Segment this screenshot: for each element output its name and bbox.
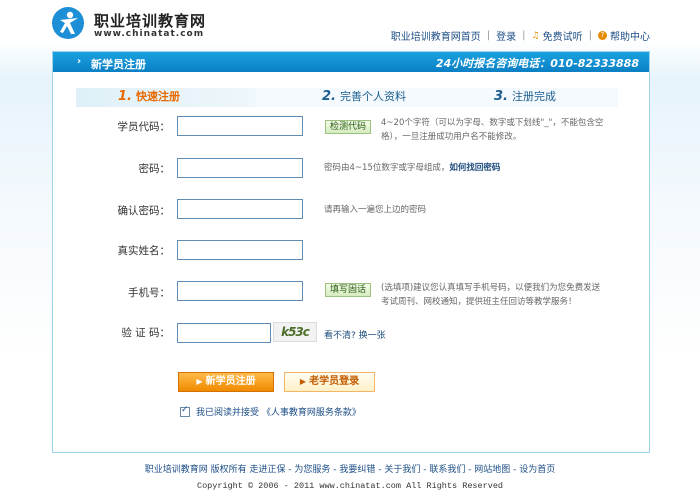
arrow-right-icon: ▶ — [196, 377, 203, 386]
nav-home-link[interactable]: 职业培训教育网首页 — [391, 28, 481, 43]
hotline: 24小时报名咨询电话：010-82333888 — [435, 57, 639, 70]
top-nav: 职业培训教育网首页 | 登录 | ♫ 免费试听 | ? 帮助中心 — [391, 28, 650, 43]
phone-label: 手机号： — [128, 287, 170, 299]
nav-help-link[interactable]: 帮助中心 — [610, 28, 650, 43]
captcha-input[interactable] — [177, 323, 271, 343]
arrow-right-icon: ▶ — [299, 377, 307, 386]
nav-divider: | — [486, 30, 491, 41]
captcha-image[interactable]: k53c — [273, 322, 317, 342]
brand-domain: www.chinatat.com — [94, 29, 205, 39]
agreement-checkbox[interactable] — [180, 405, 190, 417]
confirm-password-input[interactable] — [177, 199, 303, 219]
student-id-input[interactable] — [177, 116, 303, 136]
step-complete: 3. 注册完成 — [436, 88, 618, 107]
password-label: 密码： — [138, 163, 171, 175]
phone-hint: (选填项)建议您认真填写手机号码，以便我们为您免费发送考试周刊、网校通知，提供班… — [381, 283, 601, 307]
progress-steps: 1. 快速注册 2. 完善个人资料 3. 注册完成 — [76, 88, 618, 107]
agreement-row: 我已阅读并接受 《人事教育网服务条款》 — [180, 405, 361, 418]
step-quick-register: 1. 快速注册 — [76, 88, 256, 107]
panel-title: 新学员注册 — [91, 58, 146, 71]
brand-name: 职业培训教育网 — [94, 12, 207, 30]
check-id-button[interactable]: 检测代码 — [325, 120, 372, 134]
phone-input[interactable] — [177, 281, 303, 301]
real-name-label: 真实姓名： — [117, 245, 171, 257]
agreement-text[interactable]: 我已阅读并接受 《人事教育网服务条款》 — [196, 405, 361, 418]
new-student-label: 新学员注册 — [205, 376, 256, 387]
student-id-label: 学员代码： — [117, 121, 171, 133]
captcha-label: 验 证 码： — [121, 327, 170, 339]
step-label: 注册完成 — [511, 90, 556, 103]
old-student-login-button[interactable]: ▶ 老学员登录 — [284, 372, 375, 392]
nav-trial-link[interactable]: 免费试听 — [543, 28, 583, 43]
chevron-right-icon: › — [77, 56, 82, 67]
password-hint-text: 密码由4~15位数字或字母组成， — [324, 163, 450, 173]
nav-login-link[interactable]: 登录 — [496, 28, 516, 43]
recover-password-link[interactable]: 如何找回密码 — [449, 163, 500, 173]
old-student-label: 老学员登录 — [309, 376, 360, 387]
step-number: 2. — [322, 89, 336, 104]
confirm-password-hint: 请再输入一遍您上边的密码 — [324, 205, 427, 215]
step-number: 1. — [118, 89, 132, 104]
fill-landline-button[interactable]: 填写固话 — [325, 283, 372, 297]
panel-header: › 新学员注册 24小时报名咨询电话：010-82333888 — [53, 52, 649, 72]
new-student-register-button[interactable]: ▶ 新学员注册 — [178, 372, 274, 392]
headset-icon: ♫ — [531, 30, 540, 41]
site-header: 职业培训教育网 www.chinatat.com 职业培训教育网首页 | 登录 … — [0, 0, 700, 46]
step-number: 3. — [494, 89, 508, 104]
refresh-captcha-link[interactable]: 看不清? 换一张 — [324, 328, 386, 341]
password-hint: 密码由4~15位数字或字母组成，如何找回密码 — [324, 161, 604, 175]
confirm-password-label: 确认密码： — [117, 205, 171, 217]
nav-divider: | — [522, 30, 526, 41]
footer-links[interactable]: 职业培训教育网 版权所有 走进正保 - 为您服务 - 我要纠错 - 关于我们 -… — [0, 462, 700, 475]
logo-icon[interactable] — [52, 7, 84, 39]
footer-copyright: Copyright © 2006 - 2011 www.chinatat.com… — [196, 481, 504, 491]
nav-divider: | — [588, 30, 592, 41]
step-label: 快速注册 — [135, 90, 180, 103]
help-icon: ? — [598, 31, 607, 40]
step-label: 完善个人资料 — [339, 90, 406, 103]
student-id-hint: 4~20个字符（可以为字母、数字或下划线"_"，不能包含空格），一旦注册成功用户… — [381, 118, 604, 142]
password-input[interactable] — [177, 158, 303, 178]
real-name-input[interactable] — [177, 240, 303, 260]
step-profile: 2. 完善个人资料 — [256, 88, 436, 107]
